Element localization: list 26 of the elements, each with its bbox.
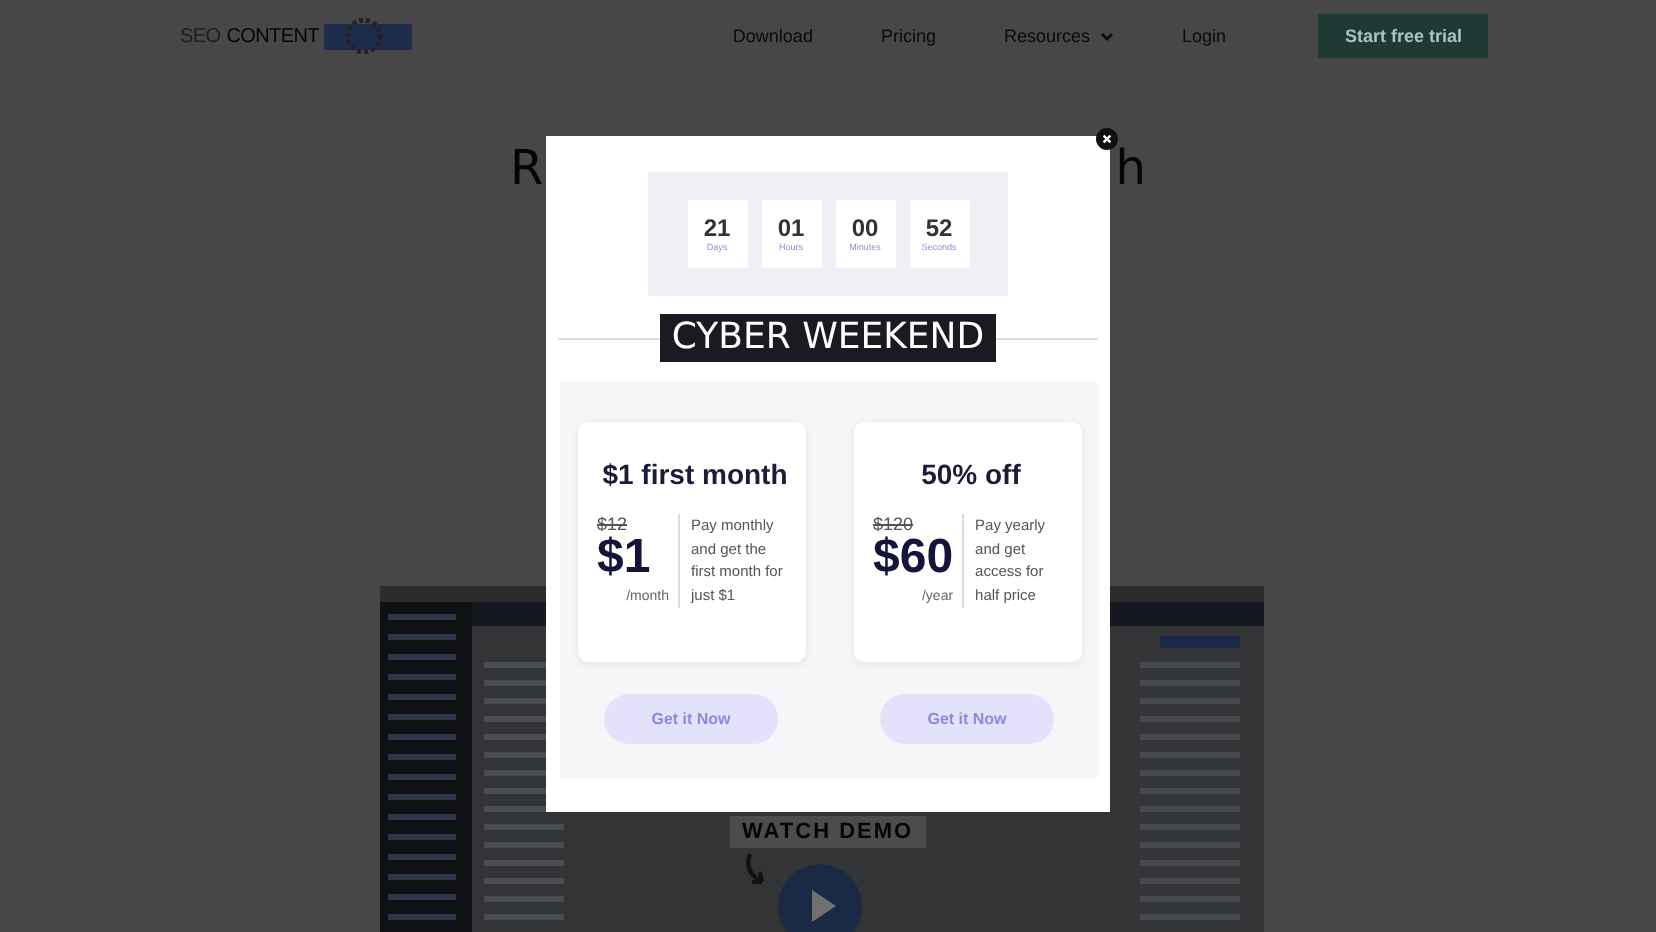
gear-logo-icon	[324, 18, 413, 54]
countdown-value: 52	[925, 215, 953, 243]
nav-link[interactable]: Login	[1182, 26, 1227, 46]
old-price: $12	[597, 514, 630, 534]
logo-text: CONTENT	[226, 25, 319, 47]
old-price: $120	[873, 514, 916, 534]
page-heading: h	[1115, 140, 1146, 196]
nav-link[interactable]: Pricing	[880, 26, 936, 46]
offer-price: $60	[873, 534, 954, 582]
sale-banner: CYBER WEEKEND	[659, 314, 997, 362]
nav-link[interactable]: Download	[732, 26, 813, 46]
start-trial-button[interactable]: Start free trial	[1318, 14, 1488, 58]
get-it-now-button[interactable]: Get it Now	[604, 694, 778, 744]
play-icon[interactable]	[778, 864, 862, 932]
offer-title: $1 first month	[600, 458, 790, 490]
countdown-value: 01	[777, 215, 805, 243]
page-heading: R	[510, 140, 544, 196]
watch-demo-label: WATCH DEMO	[730, 816, 926, 848]
countdown-value: 00	[851, 215, 879, 243]
close-icon[interactable]	[1096, 128, 1118, 150]
offer-price: $1	[597, 534, 653, 582]
offer-title: 50% off	[919, 458, 1023, 490]
countdown-value: 21	[703, 215, 731, 243]
get-it-now-button[interactable]: Get it Now	[880, 694, 1054, 744]
nav-link[interactable]: Resources	[1003, 26, 1114, 46]
caret-icon	[1100, 31, 1114, 41]
